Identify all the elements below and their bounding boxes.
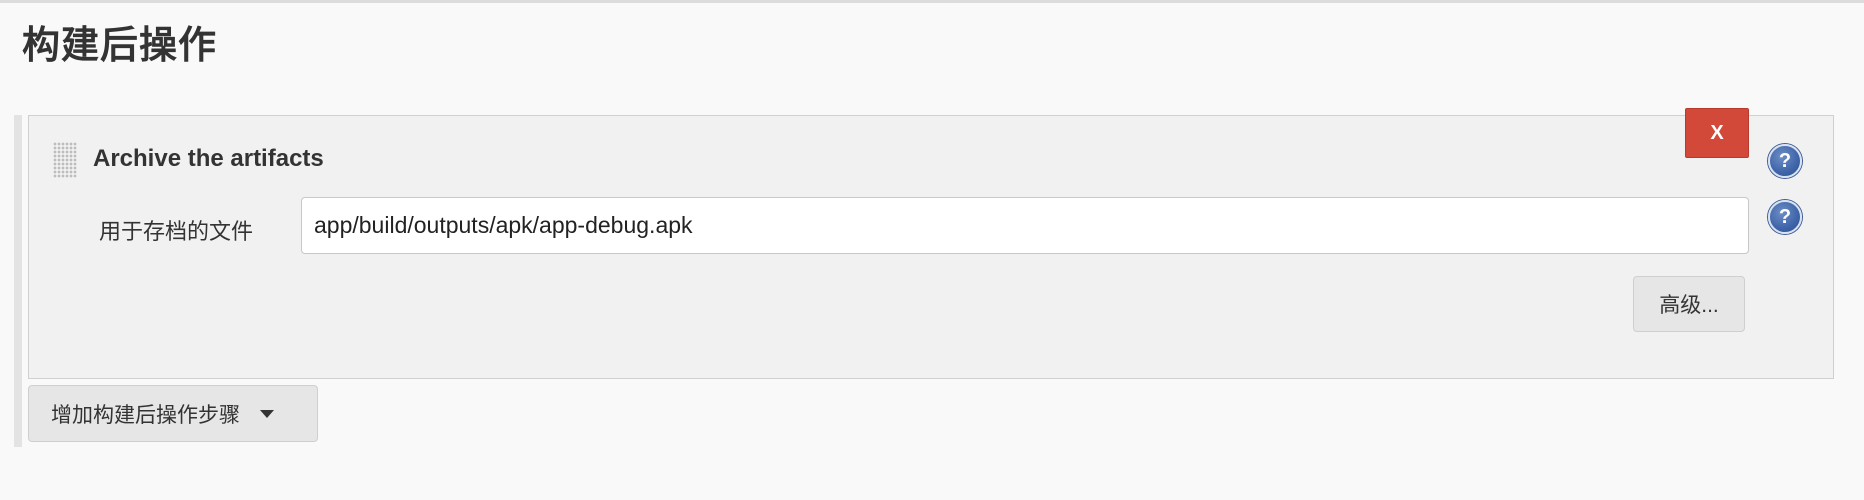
files-to-archive-label: 用于存档的文件: [99, 219, 254, 244]
advanced-button[interactable]: 高级...: [1633, 276, 1745, 332]
add-step-label: 增加构建后操作步骤: [51, 403, 240, 427]
help-icon[interactable]: ?: [1768, 200, 1802, 234]
files-to-archive-input[interactable]: [301, 197, 1749, 254]
section-title: 构建后操作: [22, 25, 218, 67]
add-post-build-step-button[interactable]: 增加构建后操作步骤: [28, 385, 318, 442]
help-icon[interactable]: ?: [1768, 144, 1802, 178]
delete-step-button[interactable]: X: [1685, 108, 1749, 158]
top-divider: [0, 0, 1864, 3]
caret-down-icon: [260, 409, 274, 418]
archive-artifacts-panel: Archive the artifacts X 用于存档的文件 高级...: [28, 108, 1834, 379]
drag-handle-icon[interactable]: [53, 142, 77, 178]
section-rail: [14, 115, 22, 447]
step-title: Archive the artifacts: [93, 145, 324, 172]
